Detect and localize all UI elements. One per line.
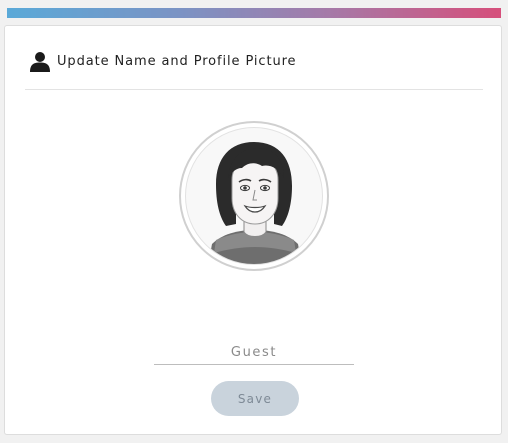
profile-card: Update Name and Profile Picture Guest Sa…: [4, 25, 502, 435]
card-header: Update Name and Profile Picture: [30, 50, 296, 72]
name-input[interactable]: [154, 341, 354, 365]
profile-page: Update Name and Profile Picture Guest Sa…: [0, 0, 508, 443]
avatar-image: [185, 127, 323, 265]
header-divider: [25, 89, 483, 90]
accent-gradient-bar: [7, 8, 501, 18]
save-button[interactable]: Save: [211, 381, 299, 416]
avatar-illustration-icon: [208, 142, 302, 264]
card-title: Update Name and Profile Picture: [57, 53, 297, 69]
user-icon: [30, 51, 50, 72]
avatar-button[interactable]: [179, 121, 329, 271]
